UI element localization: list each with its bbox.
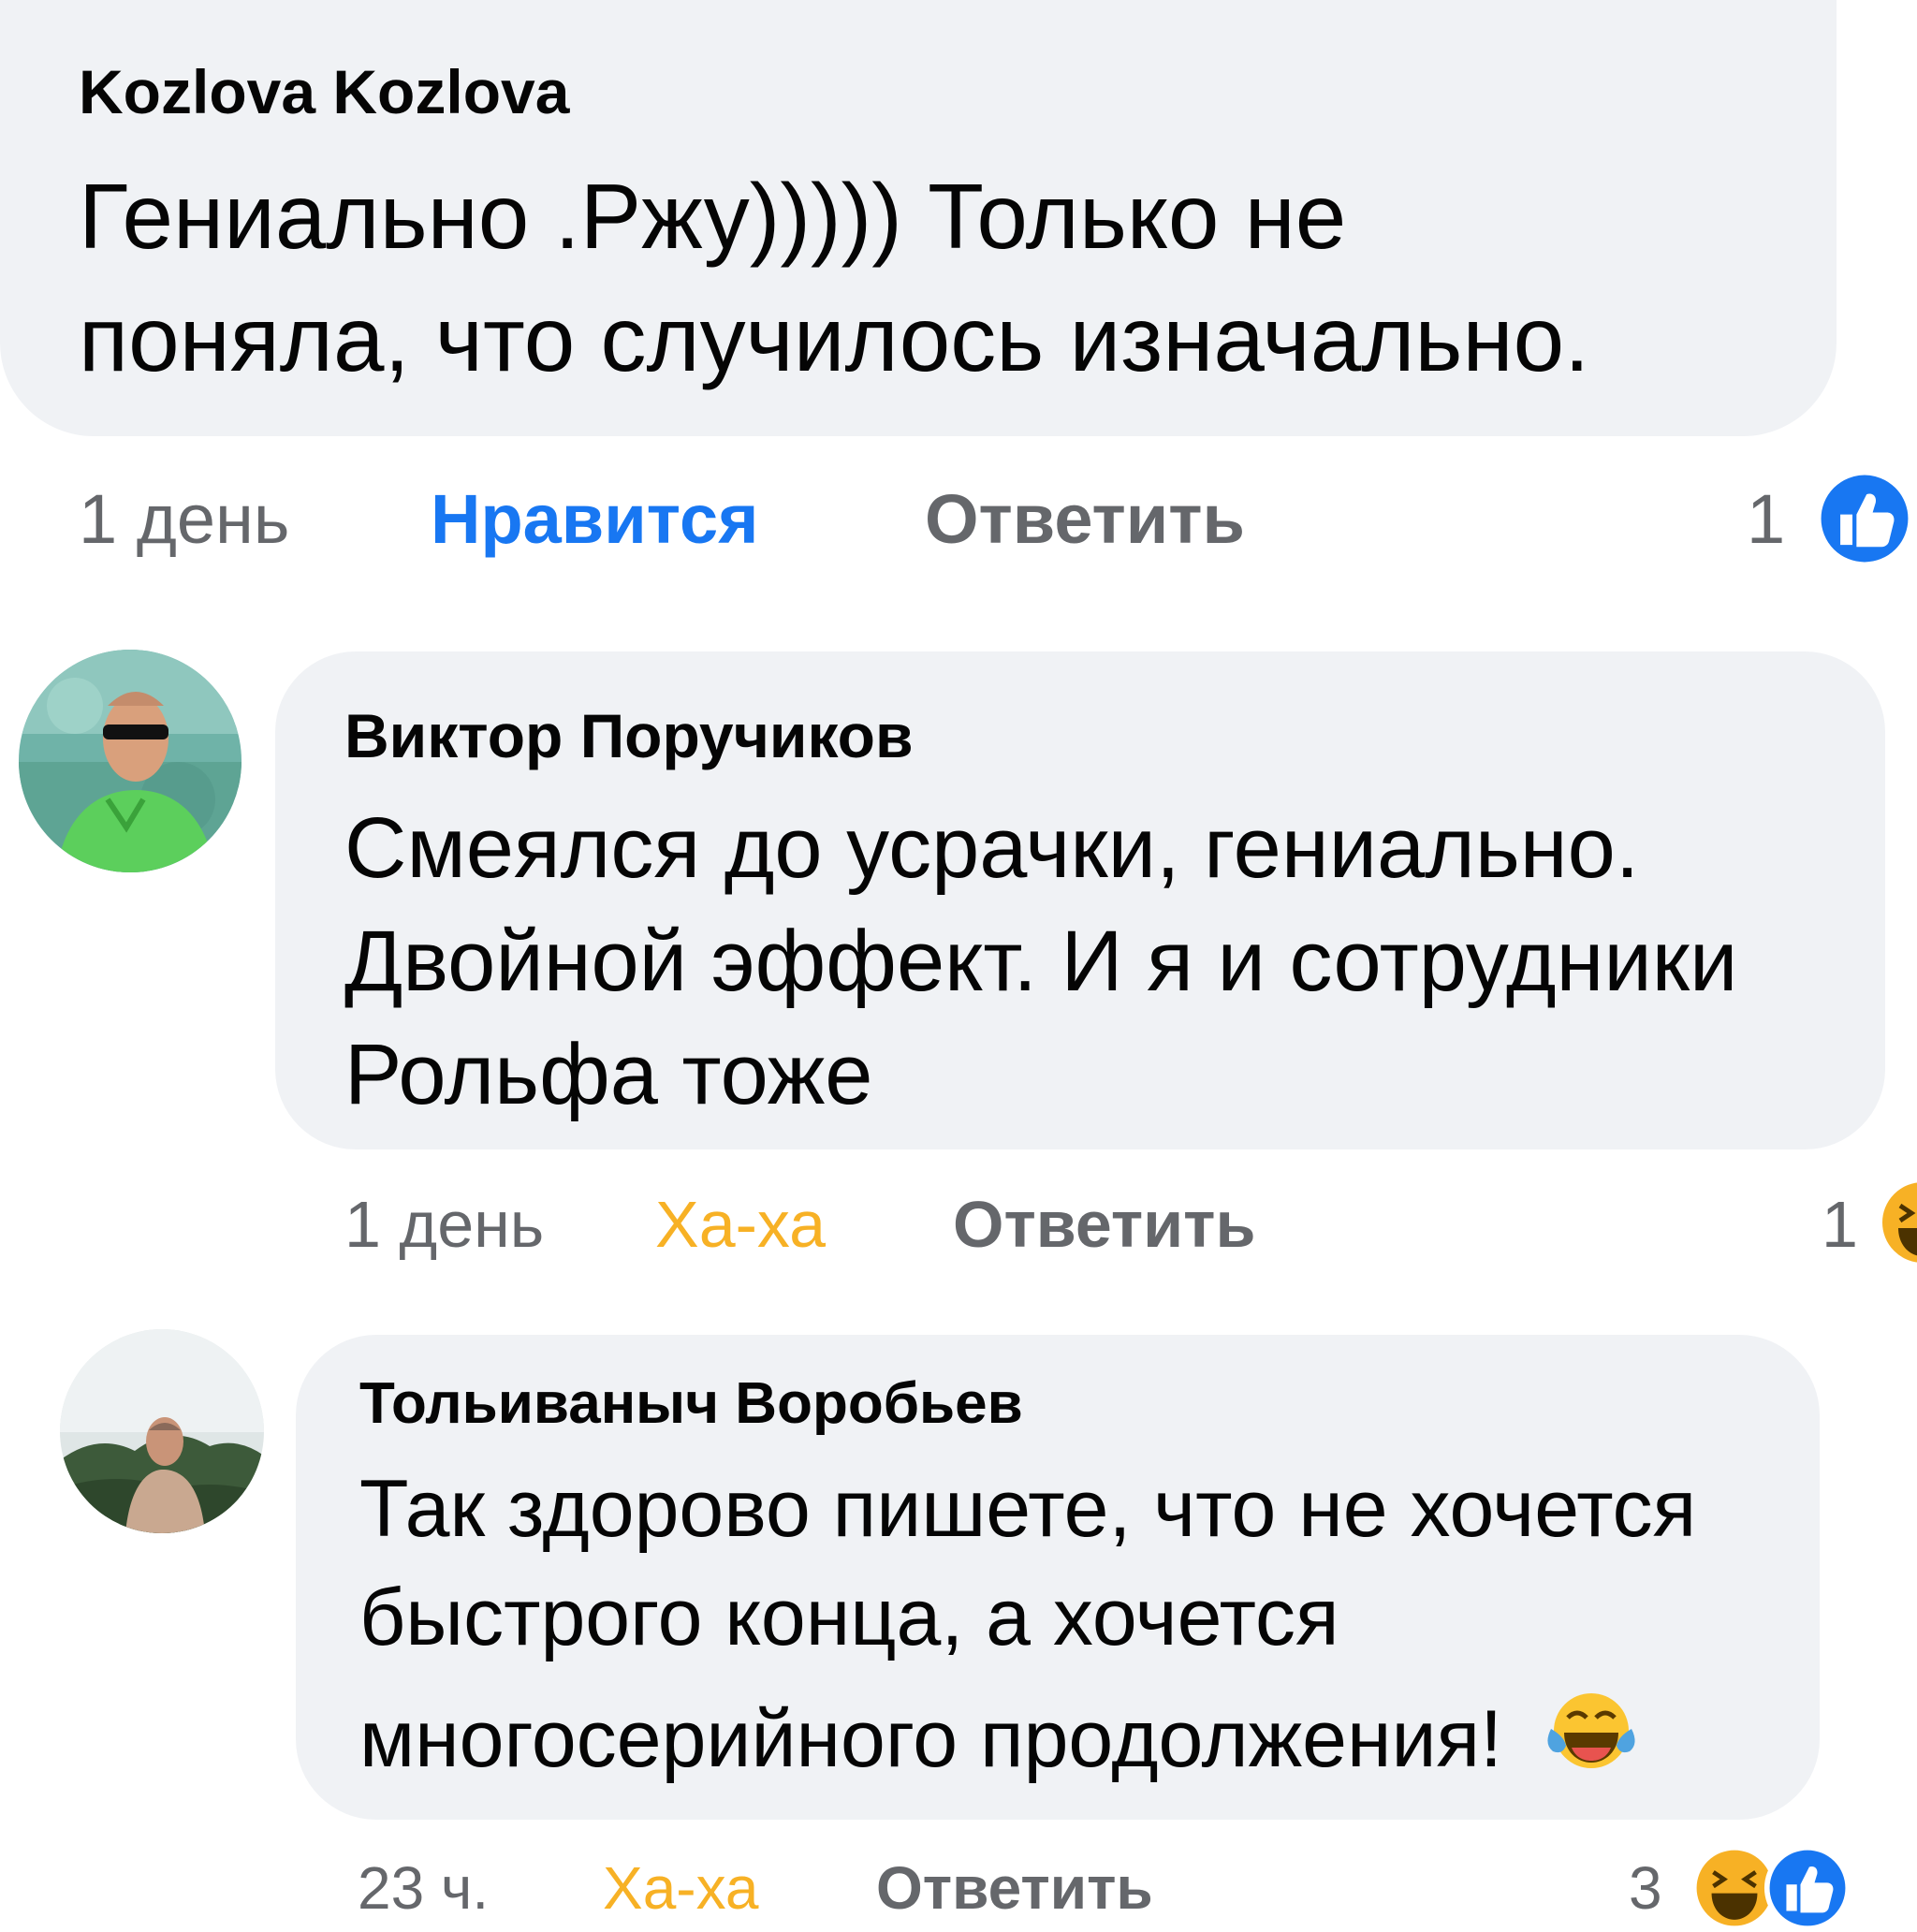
comment-bubble: Тольиваныч Воробьев Так здорово пишете, … xyxy=(296,1335,1820,1820)
comment-text-line: Смеялся до усрачки, гениально. xyxy=(344,800,1640,896)
comment-bubble: Kozlova Kozlova Гениально .Ржу))))) Толь… xyxy=(0,0,1837,436)
haha-button[interactable]: Ха-ха xyxy=(655,1187,826,1262)
avatar[interactable] xyxy=(19,650,241,872)
haha-button[interactable]: Ха-ха xyxy=(603,1853,758,1923)
avatar-photo xyxy=(60,1329,264,1533)
comment-text-line: Гениально .Ржу))))) Только не xyxy=(79,165,1347,268)
comment-text-line: поняла, что случилось изначально. xyxy=(79,287,1590,390)
avatar[interactable] xyxy=(60,1329,264,1533)
comment-text-line: многосерийного продолжения! xyxy=(359,1685,1696,1793)
avatar-photo xyxy=(19,650,241,872)
reaction-count[interactable]: 1 xyxy=(1747,479,1785,559)
comment-text-line: Двойной эффект. И я и сотрудники xyxy=(344,914,1738,1009)
haha-icon[interactable] xyxy=(1876,1176,1917,1269)
reply-button[interactable]: Ответить xyxy=(953,1187,1255,1262)
like-icon[interactable] xyxy=(1814,468,1915,569)
comment-text-segment: многосерийного продолжения! xyxy=(359,1694,1503,1784)
comment-text-line: быстрого конца, а хочется xyxy=(359,1573,1339,1662)
comment-text-line: Рольфа тоже xyxy=(344,1027,873,1122)
comment-actions: 1 день Нравится Ответить 1 xyxy=(0,468,1917,568)
like-button[interactable]: Нравится xyxy=(431,479,758,559)
comment-timestamp[interactable]: 1 день xyxy=(344,1187,544,1262)
reply-button[interactable]: Ответить xyxy=(876,1853,1153,1923)
comment-text: Смеялся до усрачки, гениально. Двойной э… xyxy=(344,792,1737,1132)
comment-text: Гениально .Ржу))))) Только не поняла, чт… xyxy=(79,155,1589,401)
comment-author[interactable]: Виктор Поручиков xyxy=(344,700,914,771)
comment-author[interactable]: Тольиваныч Воробьев xyxy=(359,1370,1023,1437)
reaction-count[interactable]: 1 xyxy=(1822,1187,1858,1262)
like-icon[interactable] xyxy=(1763,1844,1851,1932)
tears-of-joy-emoji xyxy=(1547,1693,1635,1768)
comment-text-line: Так здорово пишете, что не хочется xyxy=(359,1464,1697,1554)
reply-button[interactable]: Ответить xyxy=(925,479,1245,559)
comment-actions: 23 ч. Ха-ха Ответить 3 xyxy=(0,1840,1917,1932)
comment-author[interactable]: Kozlova Kozlova xyxy=(79,56,569,127)
comment-text: Так здорово пишете, что не хочется быстр… xyxy=(359,1455,1696,1793)
comment-timestamp[interactable]: 23 ч. xyxy=(358,1853,489,1923)
reaction-count[interactable]: 3 xyxy=(1629,1853,1662,1923)
comment-actions: 1 день Ха-ха Ответить 1 xyxy=(0,1176,1917,1269)
comment-bubble: Виктор Поручиков Смеялся до усрачки, ген… xyxy=(275,651,1885,1149)
comment-timestamp[interactable]: 1 день xyxy=(79,479,289,559)
